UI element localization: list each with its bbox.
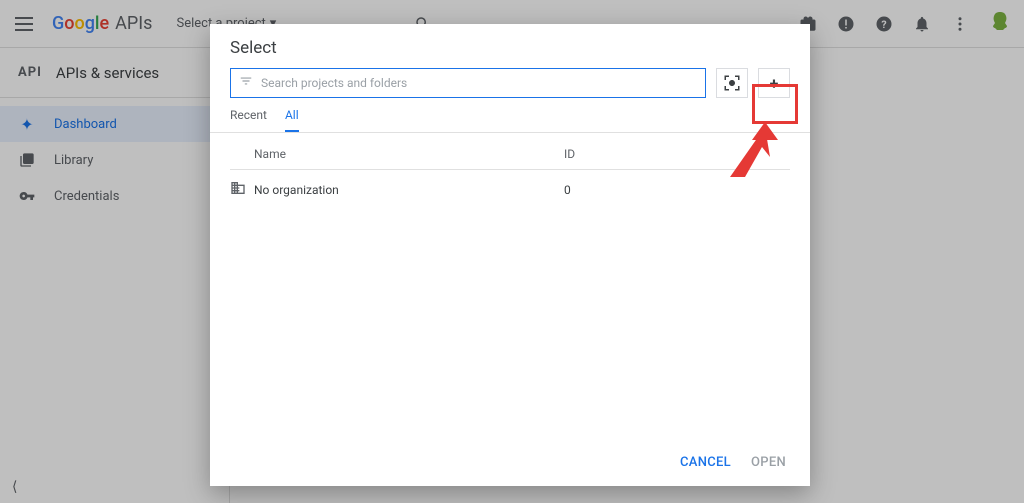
tab-label: All	[285, 108, 299, 122]
search-input[interactable]	[261, 76, 697, 90]
new-project-button[interactable]: +	[758, 68, 790, 98]
search-box[interactable]	[230, 68, 706, 98]
org-icon	[230, 180, 254, 200]
row-name: No organization	[254, 183, 564, 197]
scan-button[interactable]	[716, 68, 748, 98]
col-name: Name	[254, 147, 564, 161]
table-header: Name ID	[230, 147, 790, 170]
tab-recent[interactable]: Recent	[230, 108, 267, 132]
tab-label: Recent	[230, 108, 267, 122]
dialog-title: Select	[210, 24, 810, 68]
select-project-dialog: Select + Recent All Name ID No organizat…	[210, 24, 810, 486]
cancel-button[interactable]: CANCEL	[680, 455, 731, 470]
open-button[interactable]: OPEN	[751, 455, 786, 470]
tab-all[interactable]: All	[285, 108, 299, 132]
table-row[interactable]: No organization 0	[230, 170, 790, 210]
filter-icon	[239, 74, 253, 92]
